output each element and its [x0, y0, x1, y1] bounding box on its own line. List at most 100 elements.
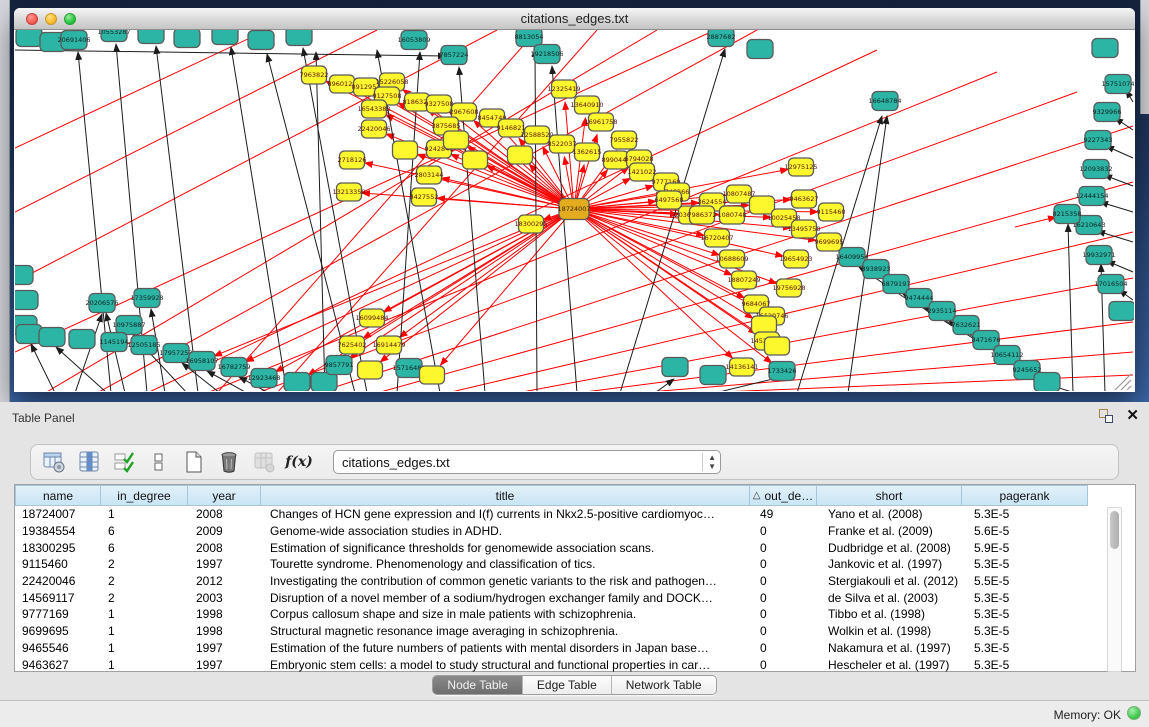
- tab-network-table[interactable]: Network Table: [612, 676, 716, 694]
- column-header-in_degree[interactable]: in_degree: [100, 485, 188, 506]
- table-row[interactable]: 1830029562008Estimation of significance …: [15, 539, 1135, 556]
- graph-node[interactable]: [752, 316, 777, 334]
- new-document-icon[interactable]: [181, 449, 207, 475]
- graph-node[interactable]: [420, 366, 445, 384]
- table-cell: 1997: [189, 641, 263, 655]
- citation-edge-black[interactable]: [655, 379, 674, 391]
- graph-node[interactable]: [700, 366, 726, 385]
- graph-node[interactable]: [212, 30, 238, 45]
- graph-node[interactable]: [1092, 39, 1118, 58]
- citation-edge-black[interactable]: [1068, 224, 1073, 391]
- column-header-pagerank[interactable]: pagerank: [961, 485, 1088, 506]
- column-header-name[interactable]: name: [15, 485, 101, 506]
- citation-edge-black[interactable]: [1100, 202, 1133, 212]
- scrollbar-thumb[interactable]: [1110, 511, 1119, 549]
- select-all-icon[interactable]: [111, 449, 137, 475]
- graph-node[interactable]: [15, 266, 33, 285]
- graph-node-label: 9329966: [1093, 108, 1122, 116]
- graph-node[interactable]: [138, 30, 164, 44]
- graph-node[interactable]: [311, 373, 337, 392]
- column-header-out_de[interactable]: △out_de…: [749, 485, 817, 506]
- network-graph[interactable]: 2069140610553287160538097857224881305419…: [15, 30, 1134, 391]
- column-header-title[interactable]: title: [260, 485, 750, 506]
- close-panel-icon[interactable]: ✕: [1126, 408, 1139, 424]
- citation-edge-red[interactable]: [1015, 217, 1056, 227]
- table-cell: 2: [101, 591, 189, 605]
- citation-edge-black[interactable]: [156, 46, 198, 391]
- graph-node-label: 16914479: [372, 341, 405, 349]
- graph-node[interactable]: [1034, 373, 1060, 392]
- column-header-short[interactable]: short: [816, 485, 962, 506]
- table-selector-dropdown[interactable]: citations_edges.txt ▲▼: [333, 450, 721, 474]
- table-row[interactable]: 911546021997Tourette syndrome. Phenomeno…: [15, 556, 1135, 573]
- table-row[interactable]: 969969511998Structural magnetic resonanc…: [15, 623, 1135, 640]
- function-builder-icon[interactable]: f(x): [286, 449, 312, 475]
- citation-edge-black[interactable]: [75, 314, 102, 391]
- table-row[interactable]: 1938455462009Genome-wide association stu…: [15, 523, 1135, 540]
- network-window-titlebar[interactable]: citations_edges.txt: [14, 8, 1135, 30]
- citation-edge-red[interactable]: [440, 209, 574, 365]
- graph-node-label: 16053809: [397, 36, 430, 44]
- sort-ascending-icon: △: [753, 490, 761, 501]
- graph-node[interactable]: [765, 337, 790, 355]
- graph-node-label: 10975887: [112, 321, 145, 329]
- citation-edge-black[interactable]: [1097, 231, 1133, 242]
- citation-edge-red[interactable]: [399, 209, 574, 337]
- graph-node[interactable]: [16, 325, 42, 344]
- table-cell: 2008: [189, 507, 263, 521]
- graph-node[interactable]: [750, 196, 775, 214]
- tab-edge-table[interactable]: Edge Table: [523, 676, 612, 694]
- delete-table-icon[interactable]: [251, 449, 277, 475]
- table-row[interactable]: 946554611997Estimation of the future num…: [15, 640, 1135, 657]
- citation-edge-red[interactable]: [97, 30, 757, 391]
- table-cell: 0: [753, 574, 821, 588]
- graph-node[interactable]: [284, 373, 310, 392]
- citation-edge-black[interactable]: [31, 344, 55, 391]
- table-cell: Jankovic et al. (1997): [821, 557, 967, 571]
- graph-node-label: 12975125: [784, 163, 817, 171]
- graph-node[interactable]: [69, 330, 95, 349]
- column-header-year[interactable]: year: [187, 485, 261, 506]
- graph-node[interactable]: [248, 31, 274, 50]
- network-window[interactable]: citations_edges.txt 20691406105532871605…: [14, 8, 1135, 392]
- graph-node[interactable]: [662, 358, 688, 377]
- table-cell: Stergiakouli et al. (2012): [821, 574, 967, 588]
- graph-node[interactable]: [358, 361, 383, 379]
- table-scrollbar[interactable]: [1107, 507, 1122, 672]
- table-row[interactable]: 1872400712008Changes of HCN gene express…: [15, 506, 1135, 523]
- graph-node[interactable]: [174, 30, 200, 48]
- table-cell: 1997: [189, 557, 263, 571]
- graph-node[interactable]: [39, 328, 65, 347]
- table-row[interactable]: 1456911722003Disruption of a novel membe…: [15, 589, 1135, 606]
- network-canvas[interactable]: 2069140610553287160538097857224881305419…: [15, 30, 1134, 391]
- column-visibility-icon[interactable]: [76, 449, 102, 475]
- table-row[interactable]: 2242004622012Investigating the contribut…: [15, 573, 1135, 590]
- graph-node-label: 2967608: [450, 108, 479, 116]
- citation-edge-black[interactable]: [15, 50, 446, 56]
- table-cell: Wolkin et al. (1998): [821, 624, 967, 638]
- graph-node[interactable]: [15, 291, 38, 310]
- citation-edge-red[interactable]: [15, 30, 497, 282]
- graph-node[interactable]: [1109, 302, 1134, 321]
- graph-node[interactable]: [747, 40, 773, 59]
- citation-edge-black[interactable]: [552, 66, 577, 391]
- graph-node[interactable]: [16, 30, 42, 47]
- resize-grip[interactable]: [1111, 370, 1133, 390]
- rows-icon[interactable]: [146, 449, 172, 475]
- tab-node-table[interactable]: Node Table: [433, 676, 523, 694]
- table-settings-icon[interactable]: [41, 449, 67, 475]
- graph-node[interactable]: [463, 151, 488, 169]
- graph-node[interactable]: [393, 141, 418, 159]
- graph-node[interactable]: [444, 131, 469, 149]
- citation-edge-black[interactable]: [56, 347, 107, 391]
- graph-node[interactable]: [508, 146, 533, 164]
- table-toolbar: f(x) citations_edges.txt ▲▼: [30, 444, 1119, 480]
- graph-node[interactable]: [286, 30, 312, 46]
- table-row[interactable]: 977716911998Corpus callosum shape and si…: [15, 606, 1135, 623]
- delete-rows-icon[interactable]: [216, 449, 242, 475]
- citation-edge-black[interactable]: [316, 52, 325, 391]
- table-row[interactable]: 946362711997Embryonic stem cells: a mode…: [15, 656, 1135, 673]
- graph-node-label: 12505185: [127, 341, 160, 349]
- graph-node-label: 16961758: [584, 118, 617, 126]
- float-panel-icon[interactable]: [1098, 408, 1114, 424]
